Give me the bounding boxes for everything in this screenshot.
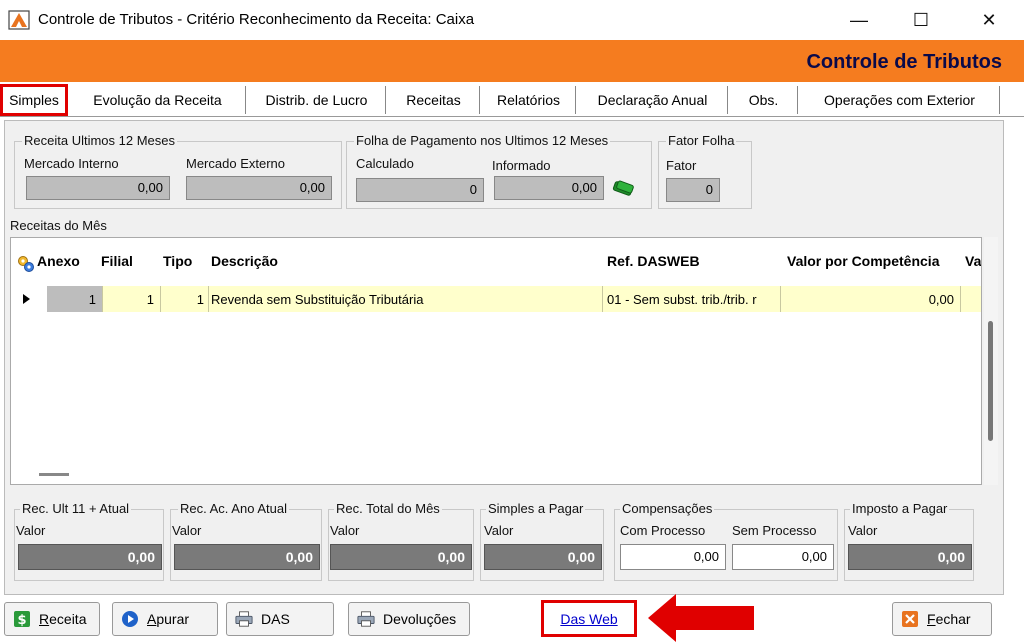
rec-ac-title: Rec. Ac. Ano Atual xyxy=(178,501,289,516)
tab-relatorios[interactable]: Relatórios xyxy=(482,86,576,114)
receitas-mes-title: Receitas do Mês xyxy=(8,218,109,233)
das-button[interactable]: DAS xyxy=(226,602,334,636)
devolucoes-button-label: Devoluções xyxy=(383,611,457,627)
receita-button-mnemonic: R xyxy=(39,611,50,627)
close-icon xyxy=(901,610,919,628)
maximize-button[interactable]: ☐ xyxy=(900,6,942,34)
row-indicator-icon xyxy=(23,294,30,304)
col-tipo[interactable]: Tipo xyxy=(163,238,207,284)
tab-declaracao-anual[interactable]: Declaração Anual xyxy=(578,86,728,114)
banner-title: Controle de Tributos xyxy=(806,51,1002,73)
com-processo-field[interactable]: 0,00 xyxy=(620,544,726,570)
svg-text:$: $ xyxy=(17,613,26,628)
cell-tipo[interactable]: 1 xyxy=(161,286,209,312)
title-bar: Controle de Tributos - Critério Reconhec… xyxy=(0,0,1024,40)
tab-operacoes-exterior[interactable]: Operações com Exterior xyxy=(800,86,1000,114)
receita-button[interactable]: $ Receita xyxy=(4,602,100,636)
simples-pagar-title: Simples a Pagar xyxy=(486,501,586,516)
simples-pagar-label: Valor xyxy=(484,523,514,538)
fechar-button[interactable]: Fechar xyxy=(892,602,992,636)
calculado-label: Calculado xyxy=(356,156,414,171)
imposto-pagar-label: Valor xyxy=(848,523,878,538)
informado-label: Informado xyxy=(492,158,551,173)
rec-ult-field: 0,00 xyxy=(18,544,162,570)
cell-anexo[interactable]: 1 xyxy=(47,286,103,312)
header-banner: Controle de Tributos xyxy=(0,40,1024,82)
dollar-icon: $ xyxy=(13,610,31,628)
play-icon xyxy=(121,610,139,628)
das-button-label: DAS xyxy=(261,611,290,627)
app-icon xyxy=(8,10,30,30)
red-arrow-icon xyxy=(648,594,754,642)
rec-total-label: Valor xyxy=(330,523,360,538)
cell-descricao[interactable]: Revenda sem Substituição Tributária xyxy=(209,286,603,312)
rec-ult-title: Rec. Ult 11 + Atual xyxy=(20,501,132,516)
fechar-button-label: echar xyxy=(935,611,971,627)
mercado-interno-field: 0,00 xyxy=(26,176,170,200)
tabs-divider xyxy=(0,116,1024,117)
com-processo-label: Com Processo xyxy=(620,523,706,538)
money-icon[interactable] xyxy=(612,180,636,196)
mercado-interno-label: Mercado Interno xyxy=(24,156,119,171)
col-va[interactable]: Va xyxy=(965,238,981,284)
close-window-button[interactable]: ✕ xyxy=(968,6,1010,34)
vertical-scroll-thumb[interactable] xyxy=(988,321,993,441)
das-web-link[interactable]: Das Web xyxy=(541,600,637,637)
mercado-externo-label: Mercado Externo xyxy=(186,156,285,171)
printer-icon xyxy=(357,610,375,628)
col-ref-dasweb[interactable]: Ref. DASWEB xyxy=(607,238,777,284)
table-row[interactable]: 1 1 1 Revenda sem Substituição Tributári… xyxy=(11,286,981,312)
col-valor-competencia[interactable]: Valor por Competência xyxy=(787,238,963,284)
rec-ac-label: Valor xyxy=(172,523,202,538)
simples-pagar-field: 0,00 xyxy=(484,544,602,570)
printer-icon xyxy=(235,610,253,628)
cell-filial[interactable]: 1 xyxy=(103,286,161,312)
calculado-field: 0 xyxy=(356,178,484,202)
sem-processo-label: Sem Processo xyxy=(732,523,817,538)
fator-title: Fator Folha xyxy=(666,133,737,148)
apurar-button-mnemonic: A xyxy=(147,611,157,627)
tab-obs[interactable]: Obs. xyxy=(730,86,798,114)
sem-processo-field[interactable]: 0,00 xyxy=(732,544,834,570)
receitas-grid: Anexo Filial Tipo Descrição Ref. DASWEB … xyxy=(10,237,982,485)
tab-distrib-lucro[interactable]: Distrib. de Lucro xyxy=(248,86,386,114)
folha-title: Folha de Pagamento nos Ultimos 12 Meses xyxy=(354,133,611,148)
minimize-button[interactable]: — xyxy=(838,6,880,34)
vertical-scrollbar[interactable] xyxy=(984,237,998,485)
imposto-pagar-title: Imposto a Pagar xyxy=(850,501,950,516)
col-descricao[interactable]: Descrição xyxy=(211,238,591,284)
gears-icon[interactable] xyxy=(17,255,35,273)
fechar-button-mnemonic: F xyxy=(927,611,936,627)
imposto-pagar-field: 0,00 xyxy=(848,544,972,570)
mercado-externo-field: 0,00 xyxy=(186,176,332,200)
horizontal-scroll-thumb[interactable] xyxy=(39,473,69,476)
cell-ref-dasweb[interactable]: 01 - Sem subst. trib./trib. r xyxy=(603,286,781,312)
informado-field: 0,00 xyxy=(494,176,604,200)
rec-total-title: Rec. Total do Mês xyxy=(334,501,442,516)
cell-valor-competencia[interactable]: 0,00 xyxy=(781,286,961,312)
receita12-title: Receita Ultimos 12 Meses xyxy=(22,133,177,148)
apurar-button[interactable]: Apurar xyxy=(112,602,218,636)
receita-button-label: eceita xyxy=(49,611,87,627)
compensacoes-title: Compensações xyxy=(620,501,715,516)
fator-label: Fator xyxy=(666,158,697,173)
fator-field: 0 xyxy=(666,178,720,202)
rec-total-field: 0,00 xyxy=(330,544,472,570)
tab-bar: Simples Evolução da Receita Distrib. de … xyxy=(0,84,1024,116)
tab-simples[interactable]: Simples xyxy=(0,84,68,116)
devolucoes-button[interactable]: Devoluções xyxy=(348,602,470,636)
tab-receitas[interactable]: Receitas xyxy=(388,86,480,114)
col-anexo[interactable]: Anexo xyxy=(37,238,99,284)
apurar-button-label: purar xyxy=(156,611,190,627)
rec-ult-label: Valor xyxy=(16,523,46,538)
window-title: Controle de Tributos - Critério Reconhec… xyxy=(38,11,475,28)
rec-ac-field: 0,00 xyxy=(174,544,320,570)
col-filial[interactable]: Filial xyxy=(101,238,157,284)
tab-evolucao-receita[interactable]: Evolução da Receita xyxy=(70,86,246,114)
cell-va[interactable] xyxy=(961,286,981,312)
